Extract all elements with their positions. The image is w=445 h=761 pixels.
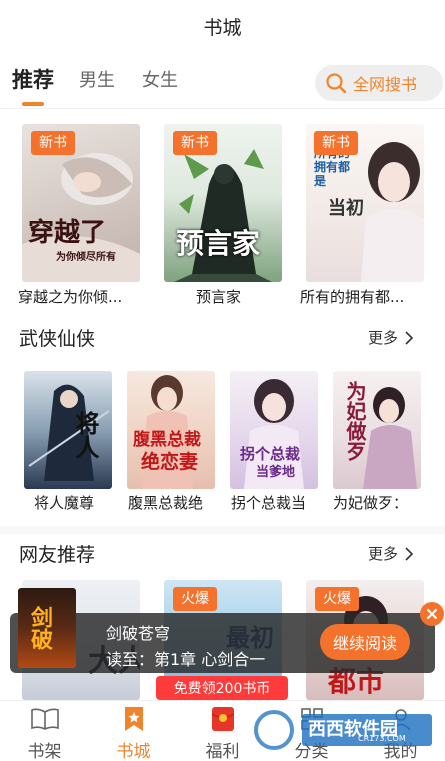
top-bar: 书城 <box>0 0 445 52</box>
featured-book-title-1[interactable]: 穿越之为你倾... <box>18 286 144 307</box>
friends-more-link[interactable]: 更多 <box>368 543 414 564</box>
tab-recommend[interactable]: 推荐 <box>12 64 54 94</box>
wuxia-book-title-2[interactable]: 腹黑总裁绝 <box>128 492 216 513</box>
search-all-button[interactable]: 全网搜书 <box>315 65 443 101</box>
more-label: 更多 <box>368 545 399 563</box>
cover-title-art: 剑破 <box>27 606 53 650</box>
close-icon <box>426 608 438 620</box>
wuxia-book-cover-3[interactable]: 拐个总裁 当爹地 <box>230 371 318 489</box>
bookmark-icon <box>119 706 149 732</box>
page-title: 书城 <box>203 16 242 39</box>
watermark-subtext: CR173.COM <box>358 734 406 743</box>
wuxia-more-link[interactable]: 更多 <box>368 327 414 348</box>
tab-female[interactable]: 女生 <box>142 66 178 92</box>
cover-title-art-2: 绝恋妻 <box>141 451 199 473</box>
section-title-wuxia: 武侠仙侠 <box>19 328 96 350</box>
book-shelf-icon <box>30 706 60 732</box>
more-label: 更多 <box>368 329 399 347</box>
continue-book-title: 剑破苍穹 <box>106 624 171 643</box>
wuxia-book-title-3[interactable]: 拐个总裁当 <box>231 492 319 513</box>
section-divider <box>0 526 445 534</box>
tabs-divider <box>0 108 445 109</box>
watermark-logo: 西西软件园 CR173.COM <box>252 708 438 752</box>
hot-badge: 火爆 <box>315 587 359 611</box>
cover-title-art-2: 当爹地 <box>256 465 296 480</box>
continue-progress-text: 读至：第1章 心剑合一 <box>106 650 266 669</box>
cover-title-art-2: 当初 <box>328 198 364 219</box>
hot-badge: 火爆 <box>173 587 217 611</box>
nav-bookstore[interactable]: 书城 <box>89 701 178 761</box>
nav-label: 书城 <box>116 742 151 761</box>
wuxia-book-cover-2[interactable]: 腹黑总裁 绝恋妻 <box>127 371 215 489</box>
new-badge: 新书 <box>173 131 217 155</box>
cover-title-art: 为妃做歹 <box>343 381 367 461</box>
section-title-friends: 网友推荐 <box>19 544 96 566</box>
active-tab-indicator <box>22 102 44 106</box>
featured-book-title-2[interactable]: 预言家 <box>196 286 266 307</box>
cover-title-art: 预言家 <box>176 227 261 260</box>
chevron-right-icon <box>405 546 414 561</box>
chevron-right-icon <box>405 330 414 345</box>
continue-reading-button[interactable]: 继续阅读 <box>320 624 410 660</box>
new-badge: 新书 <box>31 131 75 155</box>
search-icon <box>326 73 347 94</box>
nav-label: 书架 <box>27 742 62 761</box>
red-envelope-icon <box>208 706 238 732</box>
wuxia-book-title-4[interactable]: 为妃做歹： <box>333 492 421 513</box>
search-label: 全网搜书 <box>353 75 418 94</box>
new-badge: 新书 <box>314 131 358 155</box>
featured-book-title-3[interactable]: 所有的拥有都... <box>300 286 430 307</box>
wuxia-book-title-1[interactable]: 将人魔尊 <box>34 492 110 513</box>
cover-subtitle-art: 为你倾尽所有 <box>56 252 116 263</box>
cover-title-art: 穿越了 <box>28 218 107 248</box>
cover-title-art: 将人 <box>71 411 100 459</box>
wuxia-book-cover-1[interactable]: 将人 <box>24 371 112 489</box>
free-coins-promo[interactable]: 免费领200书币 <box>156 676 288 700</box>
tab-male[interactable]: 男生 <box>79 66 115 92</box>
nav-bookshelf[interactable]: 书架 <box>0 701 89 761</box>
close-continue-button[interactable] <box>420 602 444 626</box>
wuxia-book-cover-4[interactable]: 为妃做歹 <box>333 371 421 489</box>
continue-reading-cover[interactable]: 剑破 <box>18 588 76 668</box>
